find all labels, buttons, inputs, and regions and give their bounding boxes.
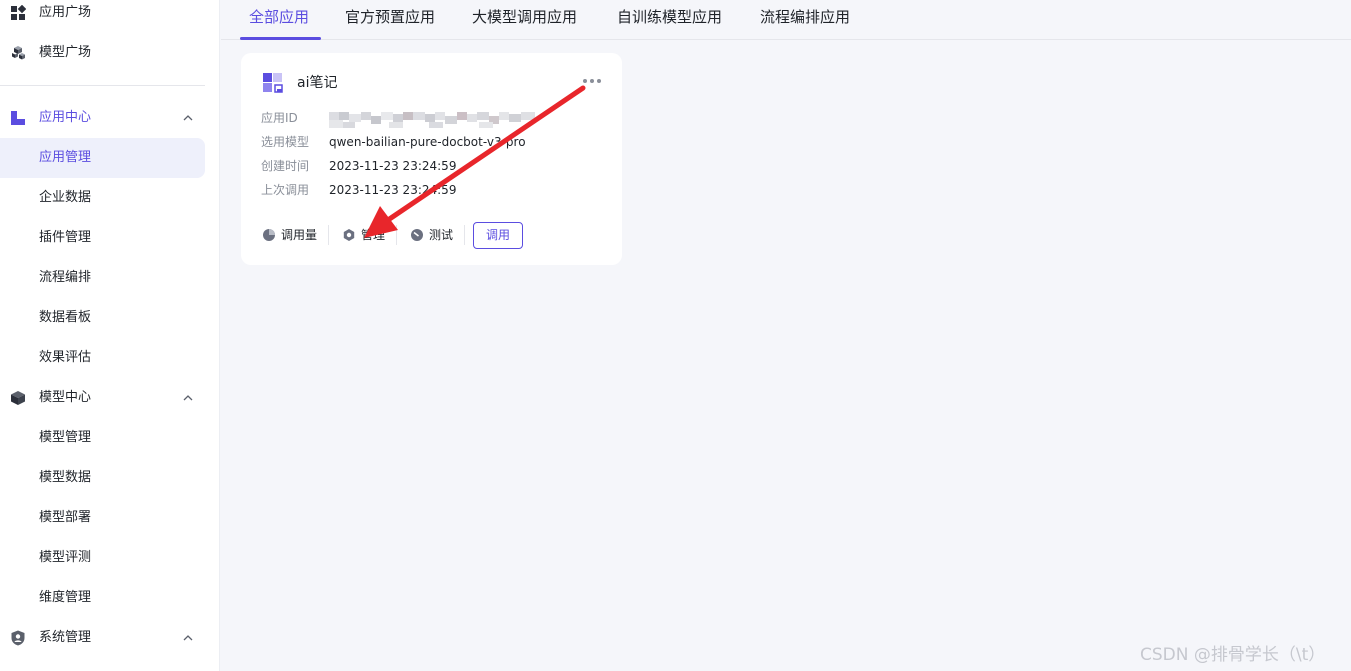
app-center-icon (11, 111, 25, 125)
sidebar-item-label: 应用广场 (39, 5, 92, 20)
sidebar-item-flow-orchestration[interactable]: 流程编排 (0, 258, 220, 298)
sidebar-item-label: 模型部署 (39, 510, 92, 525)
sidebar-group-system[interactable]: 系统管理 (0, 618, 220, 658)
tab-official-preset-apps[interactable]: 官方预置应用 (345, 0, 435, 40)
sidebar-group-label: 应用中心 (39, 110, 92, 125)
sidebar-group-label: 系统管理 (39, 630, 92, 645)
test-gauge-icon (411, 229, 423, 241)
last-call-value: 2023-11-23 23:24:59 (329, 183, 457, 197)
usage-label: 调用量 (281, 228, 318, 242)
sidebar-item-model-data[interactable]: 模型数据 (0, 458, 220, 498)
sidebar-item-app-square[interactable]: 应用广场 (0, 0, 220, 33)
manage-label: 管理 (361, 228, 386, 242)
sidebar-item-label: 模型管理 (39, 430, 92, 445)
action-separator (396, 225, 397, 245)
sidebar-group-model-center[interactable]: 模型中心 (0, 378, 220, 418)
chevron-up-icon (183, 635, 193, 641)
tab-self-trained-model-apps[interactable]: 自训练模型应用 (617, 0, 722, 40)
action-separator (464, 225, 465, 245)
sidebar-item-label: 效果评估 (39, 350, 92, 365)
chevron-up-icon (183, 395, 193, 401)
sidebar-item-app-management[interactable]: 应用管理 (0, 138, 205, 178)
tab-all-apps[interactable]: 全部应用 (249, 0, 309, 40)
sidebar-item-model-management[interactable]: 模型管理 (0, 418, 220, 458)
chevron-up-icon (183, 115, 193, 121)
model-value: qwen-bailian-pure-docbot-v3-pro (329, 135, 526, 149)
app-logo-icon (263, 73, 283, 93)
grid-icon (11, 5, 26, 20)
tab-flow-orchestration-apps[interactable]: 流程编排应用 (760, 0, 850, 40)
sidebar-divider (0, 85, 205, 86)
model-label: 选用模型 (261, 135, 310, 149)
cubes-icon (12, 46, 25, 60)
app-category-tabs: 全部应用 官方预置应用 大模型调用应用 自训练模型应用 流程编排应用 (221, 0, 1351, 40)
action-separator (328, 225, 329, 245)
sidebar: 应用广场 模型广场 应用中心 应用管理 企业数据 插件管理 流程编排 数据看板 … (0, 0, 220, 671)
test-label: 测试 (429, 228, 454, 242)
sidebar-item-dimension-management[interactable]: 维度管理 (0, 578, 220, 618)
sidebar-item-label: 维度管理 (39, 590, 92, 605)
more-options-icon[interactable] (581, 75, 603, 87)
redacted-app-id (329, 112, 535, 128)
sidebar-item-plugin-management[interactable]: 插件管理 (0, 218, 220, 258)
sidebar-item-label: 流程编排 (39, 270, 92, 285)
cube-icon (11, 391, 25, 405)
tab-llm-call-apps[interactable]: 大模型调用应用 (472, 0, 577, 40)
app-card[interactable]: ai笔记 应用ID 选用模型 qwen-bailian-pure-docbot-… (241, 53, 622, 265)
sidebar-item-label: 数据看板 (39, 310, 92, 325)
sidebar-item-model-evaluation[interactable]: 模型评测 (0, 538, 220, 578)
sidebar-item-label: 模型数据 (39, 470, 92, 485)
app-card-title: ai笔记 (297, 75, 338, 91)
sidebar-item-label: 插件管理 (39, 230, 92, 245)
sidebar-item-label: 模型广场 (39, 45, 92, 60)
last-call-label: 上次调用 (261, 183, 310, 197)
sidebar-item-model-deployment[interactable]: 模型部署 (0, 498, 220, 538)
watermark: CSDN @排骨学长（\t） (1140, 645, 1326, 665)
sidebar-item-data-dashboard[interactable]: 数据看板 (0, 298, 220, 338)
sidebar-item-model-square[interactable]: 模型广场 (0, 33, 220, 73)
sidebar-item-label: 应用管理 (39, 150, 92, 165)
created-time-value: 2023-11-23 23:24:59 (329, 159, 457, 173)
sidebar-group-app-center[interactable]: 应用中心 (0, 98, 220, 138)
active-tab-indicator (240, 37, 321, 40)
sidebar-group-label: 模型中心 (39, 390, 92, 405)
created-time-label: 创建时间 (261, 159, 310, 173)
shield-user-icon (11, 630, 25, 646)
sidebar-item-enterprise-data[interactable]: 企业数据 (0, 178, 220, 218)
settings-hexagon-icon (343, 229, 355, 241)
call-button[interactable]: 调用 (473, 222, 523, 249)
app-id-label: 应用ID (261, 111, 298, 125)
sidebar-item-label: 模型评测 (39, 550, 92, 565)
sidebar-item-label: 企业数据 (39, 190, 92, 205)
sidebar-item-effect-evaluation[interactable]: 效果评估 (0, 338, 220, 378)
pie-chart-icon (263, 229, 275, 241)
